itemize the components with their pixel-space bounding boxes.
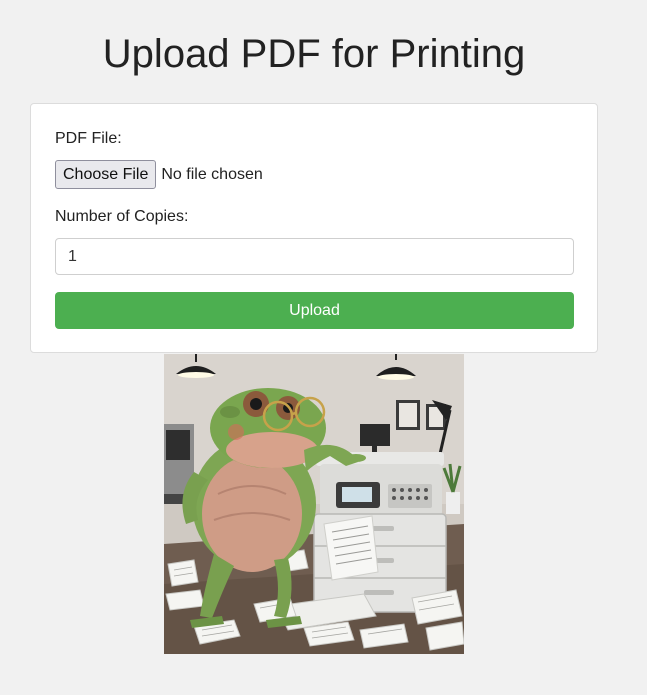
copies-label: Number of Copies: [55, 208, 189, 225]
file-status-text: No file chosen [161, 165, 263, 183]
page-title: Upload PDF for Printing [102, 32, 526, 76]
file-picker: Choose File No file chosen [55, 160, 263, 189]
pdf-file-label: PDF File: [55, 130, 122, 147]
illustration-svg [164, 354, 464, 654]
copies-input-value: 1 [68, 247, 77, 265]
choose-file-button[interactable]: Choose File [55, 160, 157, 189]
upload-form: PDF File: Choose File No file chosen Num… [30, 103, 598, 353]
upload-button[interactable]: Upload [55, 292, 574, 329]
copies-input[interactable]: 1 [55, 238, 574, 275]
page: Upload PDF for Printing PDF File: Choose… [0, 0, 647, 695]
frog-printer-illustration [164, 354, 464, 654]
